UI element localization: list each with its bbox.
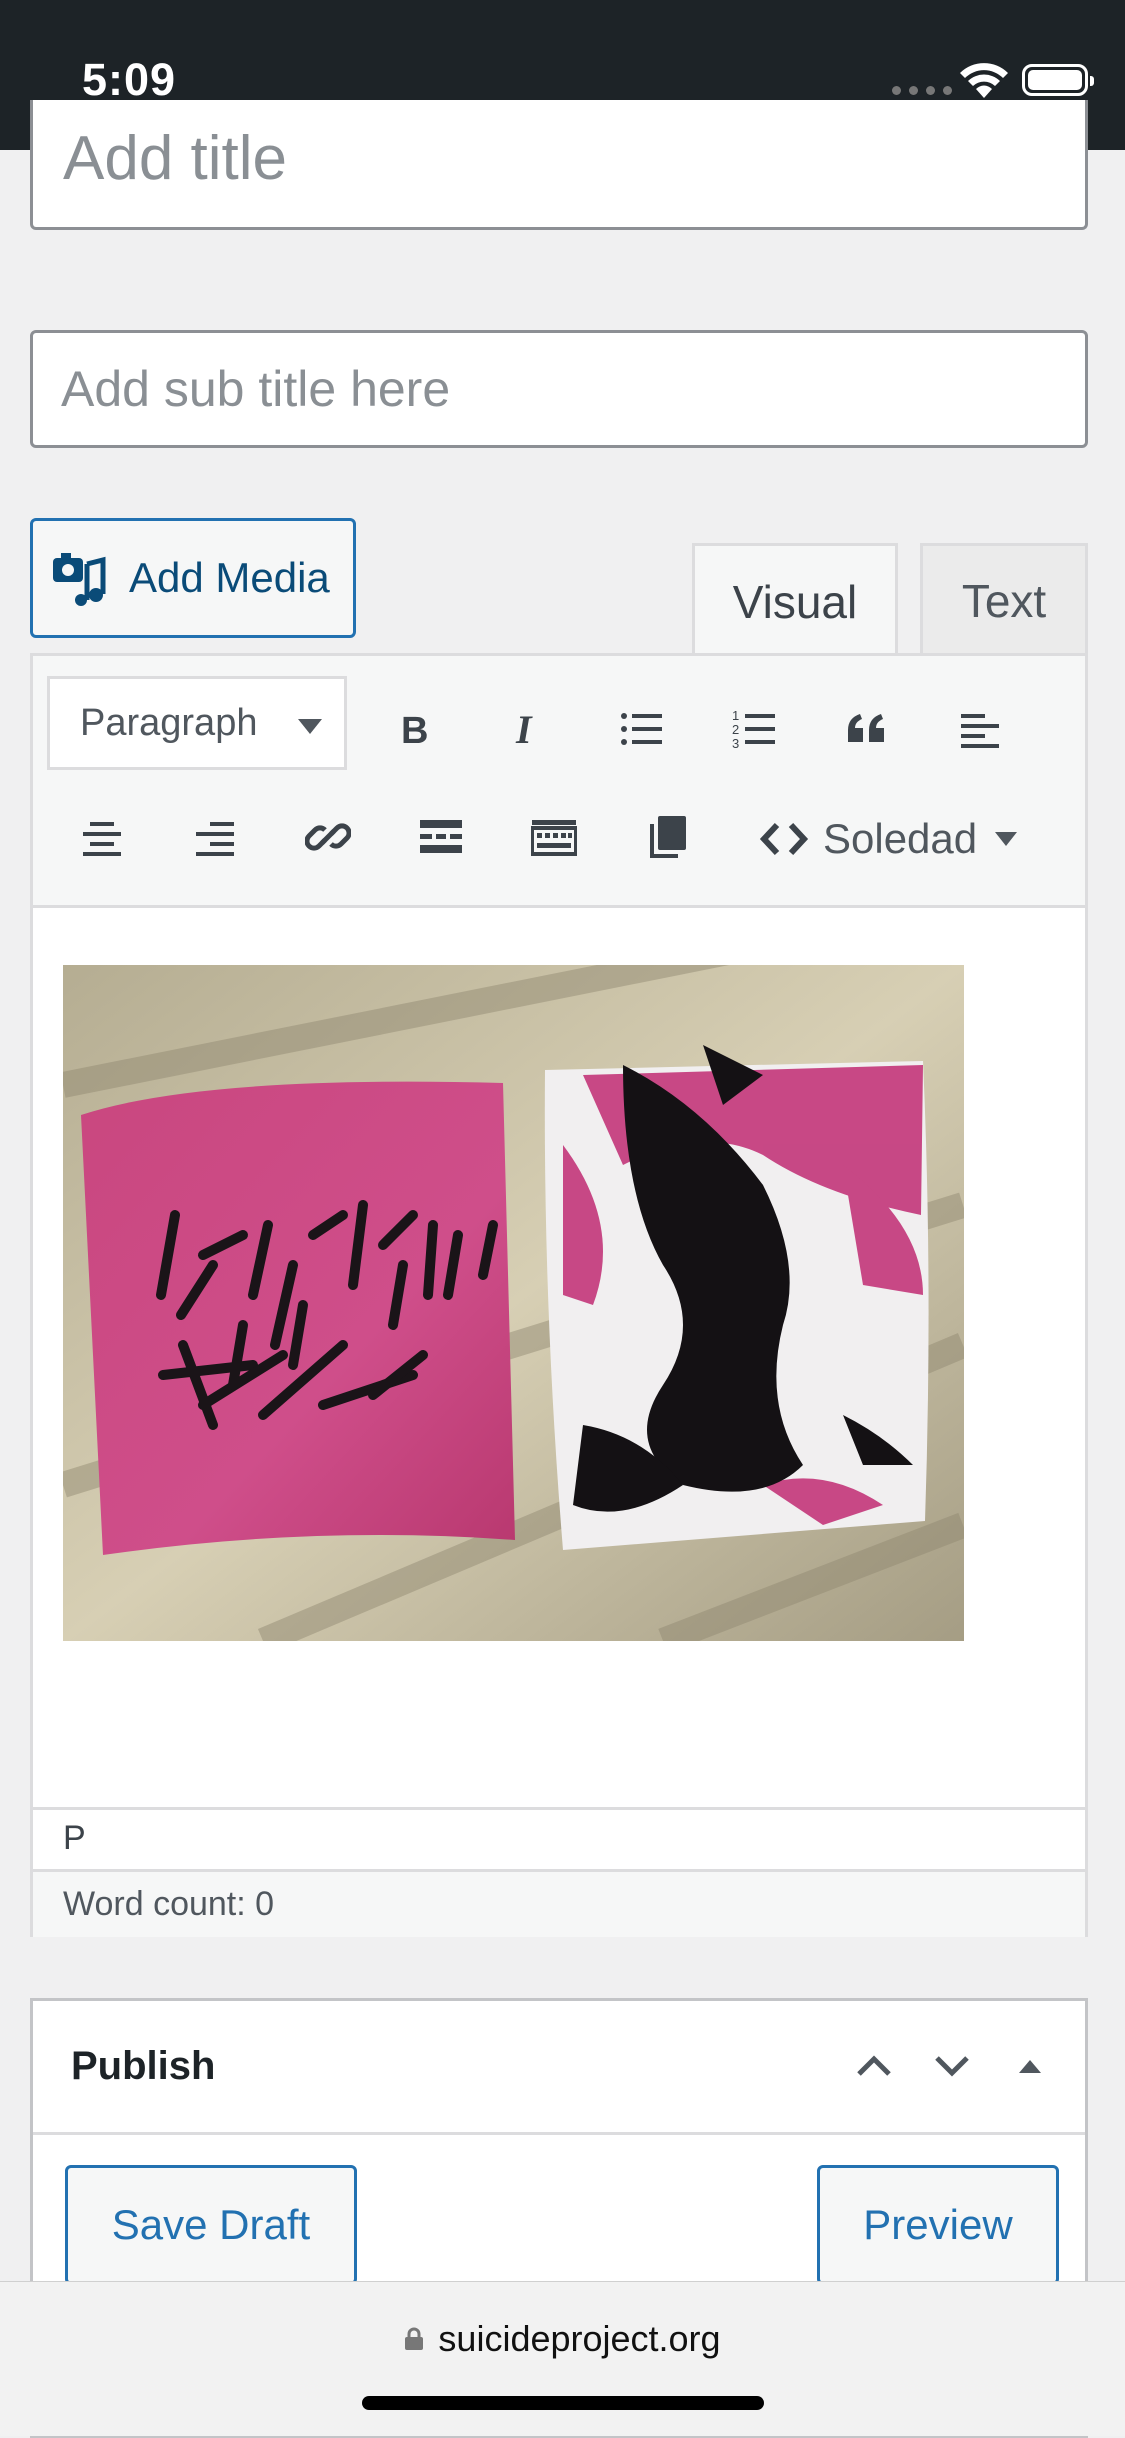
toolbar-toggle-button[interactable] xyxy=(519,802,589,872)
svg-text:1: 1 xyxy=(732,708,739,723)
home-indicator[interactable] xyxy=(362,2396,764,2410)
numbered-list-button[interactable]: 1 2 3 xyxy=(719,694,789,764)
browser-url: suicideproject.org xyxy=(438,2318,721,2359)
editor-toolbar: Paragraph B I 1 2 3 Soledad xyxy=(33,656,1085,908)
code-icon xyxy=(759,822,809,856)
title-placeholder: Add title xyxy=(63,124,288,193)
add-media-icon xyxy=(53,553,106,606)
align-right-icon xyxy=(196,822,234,856)
font-select[interactable]: Soledad xyxy=(759,804,1018,874)
format-select-value: Paragraph xyxy=(80,701,258,744)
font-select-value: Soledad xyxy=(823,815,978,862)
align-right-button[interactable] xyxy=(180,802,250,872)
bullet-list-icon xyxy=(621,713,662,745)
element-path: P xyxy=(33,1807,1085,1867)
align-left-button[interactable] xyxy=(945,694,1015,764)
tab-visual[interactable]: Visual xyxy=(692,543,898,657)
subtitle-input[interactable]: Add sub title here xyxy=(30,330,1088,448)
collapse-icon[interactable] xyxy=(1005,2041,1055,2091)
align-left-icon xyxy=(961,714,999,748)
format-select[interactable]: Paragraph xyxy=(47,676,347,770)
italic-icon: I xyxy=(515,707,533,752)
lock-icon xyxy=(405,2327,424,2350)
paste-button[interactable] xyxy=(632,802,702,872)
browser-url-bar[interactable]: suicideproject.org xyxy=(0,2281,1125,2436)
add-media-button[interactable]: Add Media xyxy=(30,518,356,638)
save-draft-button[interactable]: Save Draft xyxy=(65,2165,357,2285)
align-center-button[interactable] xyxy=(67,802,137,872)
chevron-down-icon xyxy=(995,832,1018,846)
blockquote-button[interactable] xyxy=(832,694,902,764)
svg-text:I: I xyxy=(515,707,533,752)
copy-icon xyxy=(650,816,686,858)
bullet-list-button[interactable] xyxy=(606,694,676,764)
tab-text[interactable]: Text xyxy=(920,543,1088,655)
add-media-label: Add Media xyxy=(129,554,330,601)
subtitle-placeholder: Add sub title here xyxy=(61,361,451,417)
link-button[interactable] xyxy=(293,802,363,872)
svg-text:3: 3 xyxy=(732,736,739,751)
battery-icon xyxy=(1022,64,1094,96)
read-more-button[interactable] xyxy=(406,802,476,872)
publish-title: Publish xyxy=(71,2044,216,2088)
panel-controls xyxy=(849,2041,1055,2091)
status-time: 5:09 xyxy=(82,54,177,105)
word-count: Word count: 0 xyxy=(33,1869,1085,1937)
title-input[interactable]: Add title xyxy=(30,100,1088,230)
svg-text:2: 2 xyxy=(732,722,739,737)
read-more-icon xyxy=(420,820,462,853)
numbered-list-icon: 1 2 3 xyxy=(732,708,775,751)
italic-button[interactable]: I xyxy=(493,694,563,764)
move-up-icon[interactable] xyxy=(849,2041,899,2091)
bold-icon: B xyxy=(401,710,428,752)
chevron-down-icon xyxy=(298,719,322,734)
svg-text:B: B xyxy=(401,710,428,752)
preview-button[interactable]: Preview xyxy=(817,2165,1059,2285)
content-image[interactable] xyxy=(63,965,964,1641)
artwork-image xyxy=(63,965,964,1641)
wifi-icon xyxy=(960,63,1008,98)
keyboard-icon xyxy=(531,820,577,856)
editor: Paragraph B I 1 2 3 Soledad P Word count… xyxy=(30,653,1088,1937)
move-down-icon[interactable] xyxy=(927,2041,977,2091)
align-center-icon xyxy=(83,822,121,856)
cellular-signal-icon xyxy=(892,86,952,95)
bold-button[interactable]: B xyxy=(380,694,450,764)
blockquote-icon xyxy=(848,714,884,742)
link-icon xyxy=(305,823,351,851)
